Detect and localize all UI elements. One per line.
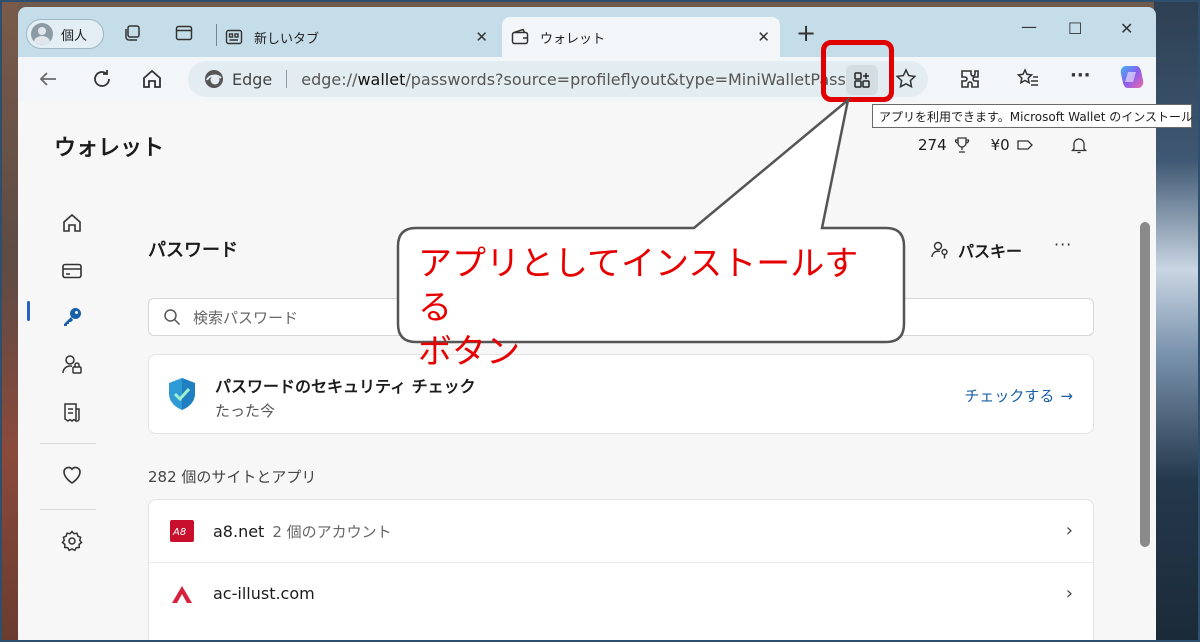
callout-line-2: ボタン (418, 332, 520, 372)
callout-text: アプリとしてインストールする ボタン (418, 242, 888, 374)
install-tooltip: アプリを利用できます。Microsoft Wallet のインストール (872, 104, 1193, 128)
callout-line-1: アプリとしてインストールする (418, 244, 859, 328)
